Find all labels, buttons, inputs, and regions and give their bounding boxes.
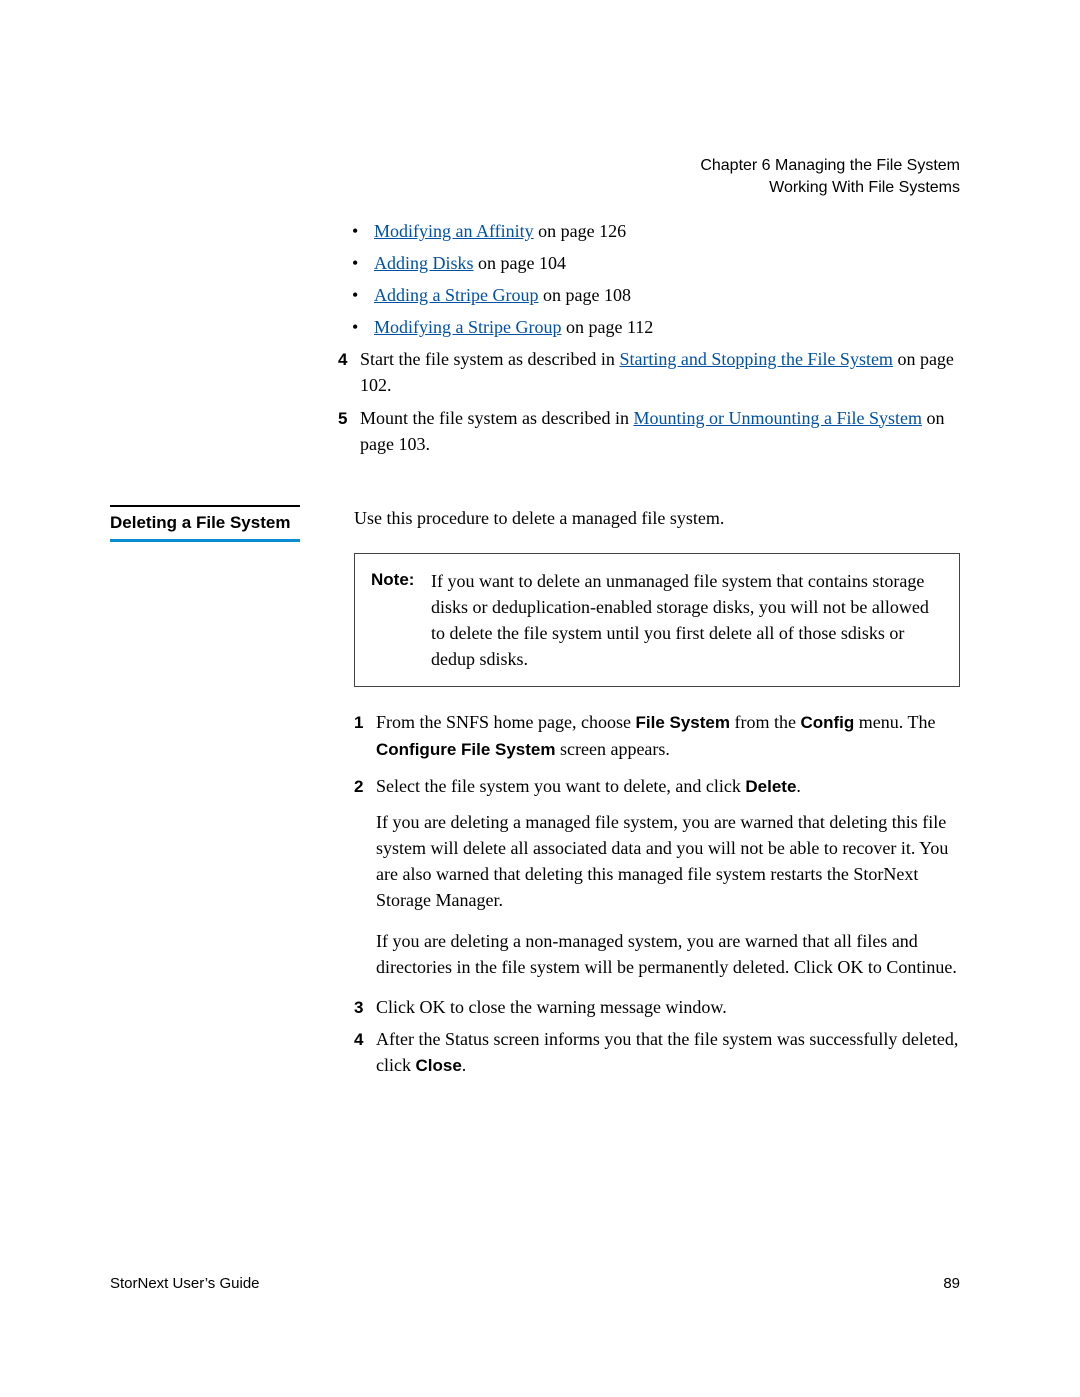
step-text-prefix: Mount the file system as described in bbox=[360, 408, 633, 428]
step-5: 5 Mount the file system as described in … bbox=[338, 405, 960, 457]
step-2-note-1: If you are deleting a managed file syste… bbox=[376, 809, 960, 913]
list-item: Modifying an Affinity on page 126 bbox=[374, 218, 960, 244]
section-title: Deleting a File System bbox=[110, 513, 338, 533]
step-text: Click OK to close the warning message wi… bbox=[376, 994, 960, 1020]
step-text-part: screen appears. bbox=[555, 739, 669, 759]
upper-content: Modifying an Affinity on page 126 Adding… bbox=[338, 218, 960, 457]
step-number: 1 bbox=[354, 711, 376, 736]
step-3: 3 Click OK to close the warning message … bbox=[354, 994, 960, 1021]
step-text-bold: Delete bbox=[745, 777, 796, 796]
step-2: 2 Select the file system you want to del… bbox=[354, 773, 960, 800]
section-intro: Use this procedure to delete a managed f… bbox=[354, 505, 960, 531]
section-heading-col: Deleting a File System bbox=[110, 505, 354, 542]
list-item-suffix: on page 126 bbox=[534, 221, 626, 241]
step-number: 4 bbox=[354, 1028, 376, 1053]
link-adding-stripe-group[interactable]: Adding a Stripe Group bbox=[374, 285, 538, 305]
link-affinity[interactable]: Modifying an Affinity bbox=[374, 221, 534, 241]
step-text: From the SNFS home page, choose File Sys… bbox=[376, 709, 960, 762]
step-2-note-2: If you are deleting a non-managed system… bbox=[376, 928, 960, 980]
step-number: 5 bbox=[338, 407, 360, 432]
list-item-suffix: on page 104 bbox=[474, 253, 566, 273]
list-item: Adding Disks on page 104 bbox=[374, 250, 960, 276]
step-text-part: from the bbox=[730, 712, 800, 732]
step-text-part: Select the file system you want to delet… bbox=[376, 776, 745, 796]
bullet-list: Modifying an Affinity on page 126 Adding… bbox=[338, 218, 960, 340]
link-mount-unmount-fs[interactable]: Mounting or Unmounting a File System bbox=[633, 408, 922, 428]
link-start-stop-fs[interactable]: Starting and Stopping the File System bbox=[619, 349, 893, 369]
note-text: If you want to delete an unmanaged file … bbox=[431, 568, 943, 672]
step-number: 4 bbox=[338, 348, 360, 373]
step-text-bold: Close bbox=[415, 1056, 461, 1075]
step-text-bold: File System bbox=[635, 713, 730, 732]
section-body: Use this procedure to delete a managed f… bbox=[354, 505, 960, 1085]
header-chapter: Chapter 6 Managing the File System bbox=[700, 155, 960, 177]
heading-rule bbox=[110, 505, 300, 507]
link-modifying-stripe-group[interactable]: Modifying a Stripe Group bbox=[374, 317, 561, 337]
footer-title: StorNext User’s Guide bbox=[110, 1275, 260, 1292]
page-footer: StorNext User’s Guide 89 bbox=[110, 1275, 960, 1292]
list-item-suffix: on page 108 bbox=[538, 285, 630, 305]
step-4b: 4 After the Status screen informs you th… bbox=[354, 1026, 960, 1079]
step-number: 3 bbox=[354, 996, 376, 1021]
step-text-bold: Configure File System bbox=[376, 740, 555, 759]
step-text: Mount the file system as described in Mo… bbox=[360, 405, 960, 457]
list-item-suffix: on page 112 bbox=[561, 317, 653, 337]
step-text-prefix: Start the file system as described in bbox=[360, 349, 619, 369]
step-text-part: . bbox=[796, 776, 801, 796]
step-text: Select the file system you want to delet… bbox=[376, 773, 960, 800]
step-text: Start the file system as described in St… bbox=[360, 346, 960, 398]
step-text-part: menu. The bbox=[854, 712, 935, 732]
step-1: 1 From the SNFS home page, choose File S… bbox=[354, 709, 960, 762]
note-box: Note: If you want to delete an unmanaged… bbox=[354, 553, 960, 687]
step-4: 4 Start the file system as described in … bbox=[338, 346, 960, 398]
section-deleting-fs: Deleting a File System Use this procedur… bbox=[110, 505, 960, 1085]
step-text: After the Status screen informs you that… bbox=[376, 1026, 960, 1079]
heading-accent bbox=[110, 539, 300, 542]
header-section: Working With File Systems bbox=[700, 177, 960, 199]
content-area: Modifying an Affinity on page 126 Adding… bbox=[110, 218, 960, 1085]
list-item: Adding a Stripe Group on page 108 bbox=[374, 282, 960, 308]
link-adding-disks[interactable]: Adding Disks bbox=[374, 253, 474, 273]
step-number: 2 bbox=[354, 775, 376, 800]
step-text-bold: Config bbox=[800, 713, 854, 732]
list-item: Modifying a Stripe Group on page 112 bbox=[374, 314, 960, 340]
step-text-part: . bbox=[462, 1055, 467, 1075]
page-number: 89 bbox=[943, 1275, 960, 1292]
step-text-part: From the SNFS home page, choose bbox=[376, 712, 635, 732]
note-label: Note: bbox=[371, 568, 431, 672]
page-header: Chapter 6 Managing the File System Worki… bbox=[700, 155, 960, 198]
